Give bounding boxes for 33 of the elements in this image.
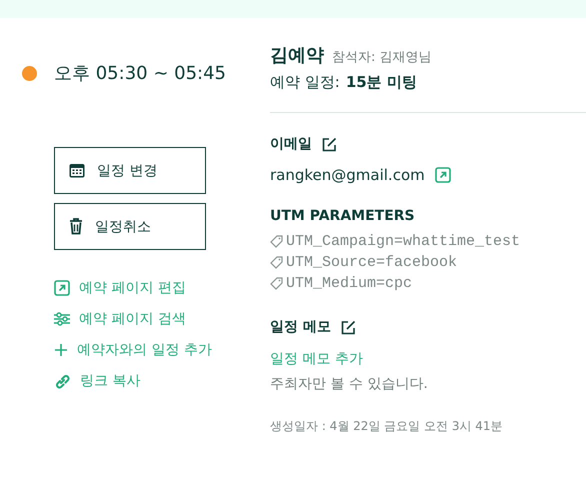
utm-heading: UTM PARAMETERS: [270, 208, 416, 224]
schedule-label: 예약 일정:: [270, 73, 340, 92]
action-link[interactable]: 링크 복사: [54, 370, 270, 392]
external-link-icon[interactable]: [434, 167, 451, 183]
tag-icon: [270, 256, 283, 269]
memo-note: 주최자만 볼 수 있습니다.: [270, 375, 429, 393]
trash-icon: [69, 218, 83, 235]
utm-parameter: UTM_Medium=cpc: [286, 275, 412, 292]
attendee-text: 참석자: 김재영님: [332, 49, 432, 66]
email-address: rangken@gmail.com: [270, 166, 425, 184]
plus-icon: [54, 343, 68, 357]
link-icon: [54, 372, 71, 390]
action-link[interactable]: 예약자와의 일정 추가: [54, 339, 270, 361]
utm-parameter: UTM_Source=facebook: [286, 254, 458, 271]
created-date: 생성일자 : 4월 22일 금요일 오전 3시 41분: [270, 418, 504, 435]
event-time: 오후 05:30 ~ 05:45: [54, 62, 226, 85]
tag-icon: [270, 235, 283, 248]
action-link[interactable]: 예약 페이지 검색: [54, 308, 270, 330]
utm-parameter: UTM_Campaign=whattime_test: [286, 233, 520, 250]
tag-icon: [270, 277, 283, 290]
memo-heading: 일정 메모: [270, 318, 331, 336]
sliders-icon: [54, 312, 70, 326]
cancel-button[interactable]: 일정취소: [54, 203, 206, 250]
edit-icon[interactable]: [340, 320, 356, 334]
calendar-icon: [69, 163, 85, 178]
edit-icon[interactable]: [322, 136, 337, 152]
action-link[interactable]: 예약 페이지 편집: [54, 277, 270, 299]
email-heading: 이메일: [270, 135, 312, 153]
external-link-icon: [54, 280, 70, 296]
schedule-value: 15분 미팅: [346, 73, 417, 92]
add-memo-link[interactable]: 일정 메모 추가: [270, 350, 586, 368]
reschedule-button[interactable]: 일정 변경: [54, 147, 206, 194]
booker-name: 김예약: [270, 44, 324, 67]
